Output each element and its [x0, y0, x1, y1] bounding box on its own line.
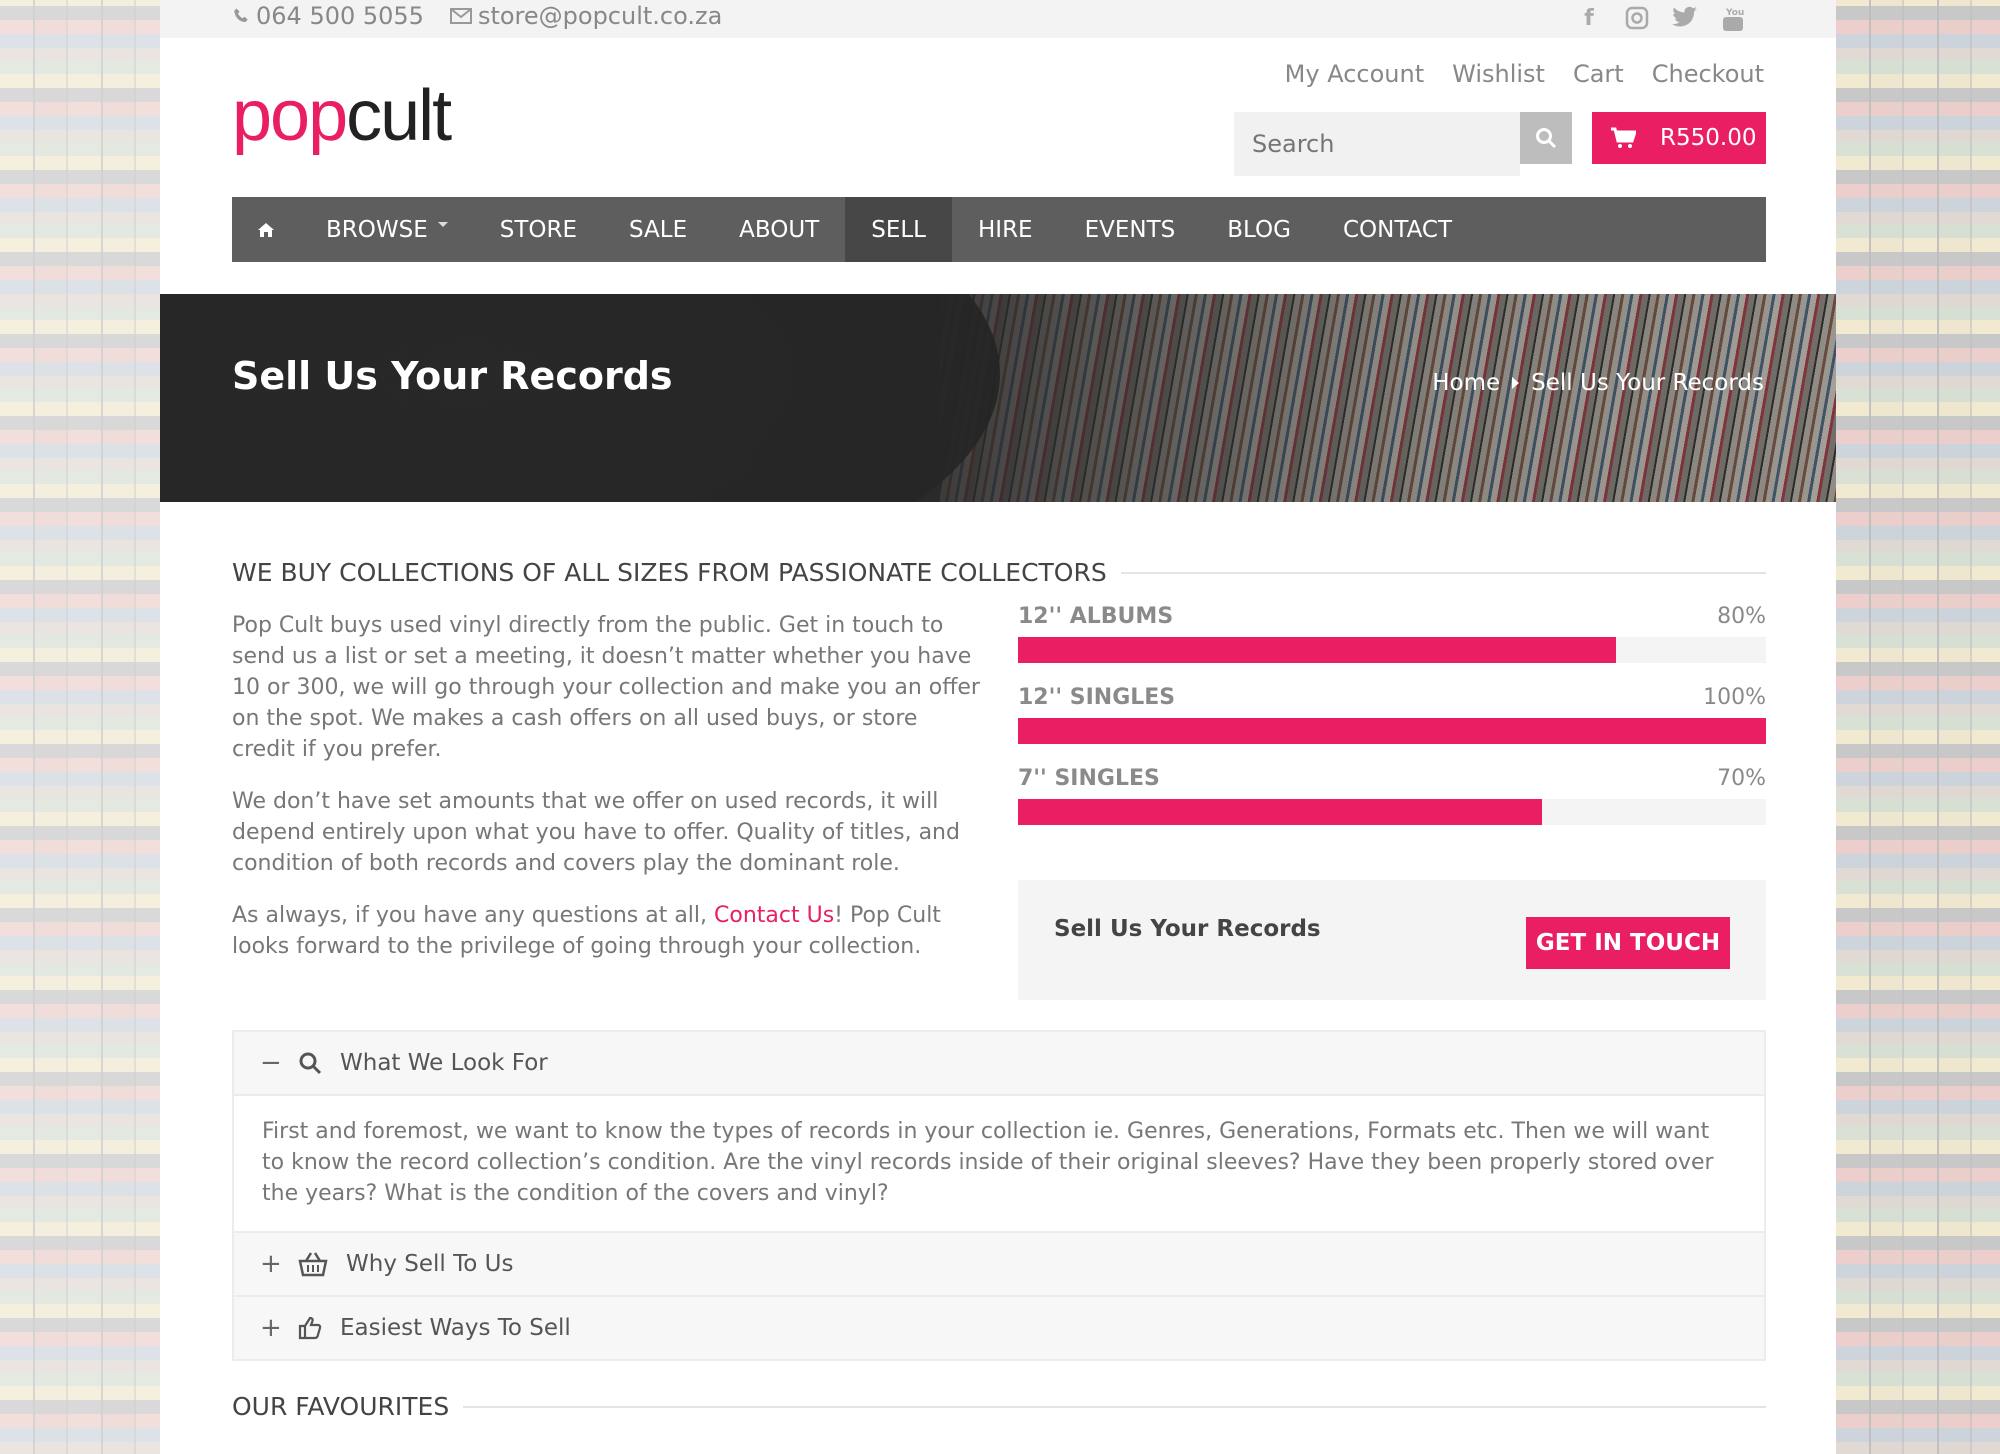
page-title: Sell Us Your Records	[232, 354, 673, 398]
email-address: store@popcult.co.za	[477, 2, 723, 30]
progress-track	[1018, 799, 1766, 825]
cart-total: R550.00	[1660, 125, 1757, 151]
page-container: 064 500 5055 store@popcult.co.za f You p…	[160, 0, 1836, 1454]
contact-info: 064 500 5055 store@popcult.co.za	[232, 2, 722, 30]
cart-button[interactable]: R550.00	[1592, 112, 1766, 164]
search-box	[1234, 112, 1530, 176]
search-icon	[1536, 128, 1557, 149]
progress-12-singles: 12'' SINGLES 100%	[1018, 685, 1766, 744]
progress-fill	[1018, 799, 1542, 825]
account-link-my-account[interactable]: My Account	[1285, 60, 1424, 88]
accordion-title: Easiest Ways To Sell	[340, 1315, 571, 1341]
plus-icon: +	[260, 1249, 282, 1279]
progress-label: 12'' ALBUMS	[1018, 604, 1174, 629]
intro-paragraph: Pop Cult buys used vinyl directly from t…	[232, 613, 980, 762]
section-heading: WE BUY COLLECTIONS OF ALL SIZES FROM PAS…	[232, 558, 1766, 587]
breadcrumb: Home Sell Us Your Records	[1432, 370, 1764, 396]
account-links: My Account Wishlist Cart Checkout	[1285, 60, 1764, 88]
email-link[interactable]: store@popcult.co.za	[449, 2, 723, 30]
accordion-panel-what-we-look-for: First and foremost, we want to know the …	[234, 1096, 1764, 1233]
phone-icon	[234, 8, 248, 22]
progress-label: 12'' SINGLES	[1018, 685, 1176, 710]
accordion-header-easiest-ways-to-sell[interactable]: + Easiest Ways To Sell	[234, 1297, 1764, 1359]
breadcrumb-home[interactable]: Home	[1432, 370, 1500, 396]
nav-item-sale[interactable]: SALE	[603, 197, 713, 262]
twitter-icon[interactable]	[1672, 6, 1698, 32]
home-icon	[258, 222, 274, 237]
progress-track	[1018, 637, 1766, 663]
nav-home[interactable]	[232, 197, 300, 262]
nav-item-hire[interactable]: HIRE	[952, 197, 1059, 262]
favourites-heading: OUR FAVOURITES	[232, 1392, 1766, 1421]
search-input[interactable]	[1234, 112, 1530, 176]
progress-percent: 70%	[1717, 766, 1766, 791]
youtube-icon[interactable]: You	[1720, 6, 1746, 32]
divider	[1120, 571, 1766, 574]
nav-item-events[interactable]: EVENTS	[1059, 197, 1202, 262]
accordion-title: Why Sell To Us	[346, 1251, 514, 1277]
progress-percent: 100%	[1703, 685, 1766, 710]
progress-7-singles: 7'' SINGLES 70%	[1018, 766, 1766, 825]
contact-us-link[interactable]: Contact Us	[714, 903, 834, 928]
account-link-wishlist[interactable]: Wishlist	[1452, 60, 1545, 88]
cta-text: Sell Us Your Records	[1054, 916, 1321, 942]
phone-link[interactable]: 064 500 5055	[232, 2, 424, 30]
page-hero-banner: Sell Us Your Records Home Sell Us Your R…	[160, 294, 1836, 502]
account-link-checkout[interactable]: Checkout	[1652, 60, 1764, 88]
site-logo[interactable]: popcult	[232, 76, 452, 156]
shopping-cart-icon	[1611, 127, 1636, 148]
nav-item-browse[interactable]: BROWSE	[300, 197, 474, 262]
nav-item-blog[interactable]: BLOG	[1201, 197, 1317, 262]
social-links: f You	[1576, 6, 1746, 32]
progress-fill	[1018, 637, 1617, 663]
nav-item-contact[interactable]: CONTACT	[1317, 197, 1478, 262]
facebook-icon[interactable]: f	[1576, 6, 1602, 32]
accordion-header-what-we-look-for[interactable]: − What We Look For	[234, 1032, 1764, 1096]
nav-item-about[interactable]: ABOUT	[713, 197, 845, 262]
divider	[463, 1405, 1766, 1408]
thumbs-up-icon	[298, 1316, 322, 1340]
top-bar: 064 500 5055 store@popcult.co.za f You	[160, 0, 1836, 38]
account-link-cart[interactable]: Cart	[1573, 60, 1624, 88]
main-nav: BROWSE STORE SALE ABOUT SELL HIRE EVENTS…	[232, 197, 1766, 262]
contact-paragraph: As always, if you have any questions at …	[232, 903, 941, 959]
get-in-touch-button[interactable]: GET IN TOUCH	[1526, 917, 1730, 969]
progress-albums: 12'' ALBUMS 80%	[1018, 604, 1766, 663]
nav-item-sell[interactable]: SELL	[845, 197, 952, 262]
progress-track	[1018, 718, 1766, 744]
progress-fill	[1018, 718, 1766, 744]
nav-item-store[interactable]: STORE	[474, 197, 603, 262]
accordion: − What We Look For First and foremost, w…	[232, 1030, 1766, 1361]
svg-text:You: You	[1725, 8, 1744, 18]
accordion-title: What We Look For	[340, 1050, 548, 1076]
accordion-header-why-sell-to-us[interactable]: + Why Sell To Us	[234, 1233, 1764, 1297]
basket-icon	[298, 1252, 328, 1277]
minus-icon: −	[260, 1048, 282, 1078]
chevron-down-icon	[437, 222, 448, 227]
search-icon	[299, 1052, 322, 1075]
phone-number: 064 500 5055	[256, 2, 424, 30]
plus-icon: +	[260, 1313, 282, 1343]
search-button[interactable]	[1520, 112, 1572, 164]
instagram-icon[interactable]	[1624, 6, 1650, 32]
breadcrumb-current: Sell Us Your Records	[1531, 370, 1764, 396]
envelope-icon	[449, 8, 472, 24]
progress-percent: 80%	[1717, 604, 1766, 629]
call-to-action-box: Sell Us Your Records GET IN TOUCH	[1018, 880, 1766, 1000]
caret-right-icon	[1512, 377, 1520, 389]
progress-label: 7'' SINGLES	[1018, 766, 1160, 791]
pricing-paragraph: We don’t have set amounts that we offer …	[232, 789, 960, 876]
